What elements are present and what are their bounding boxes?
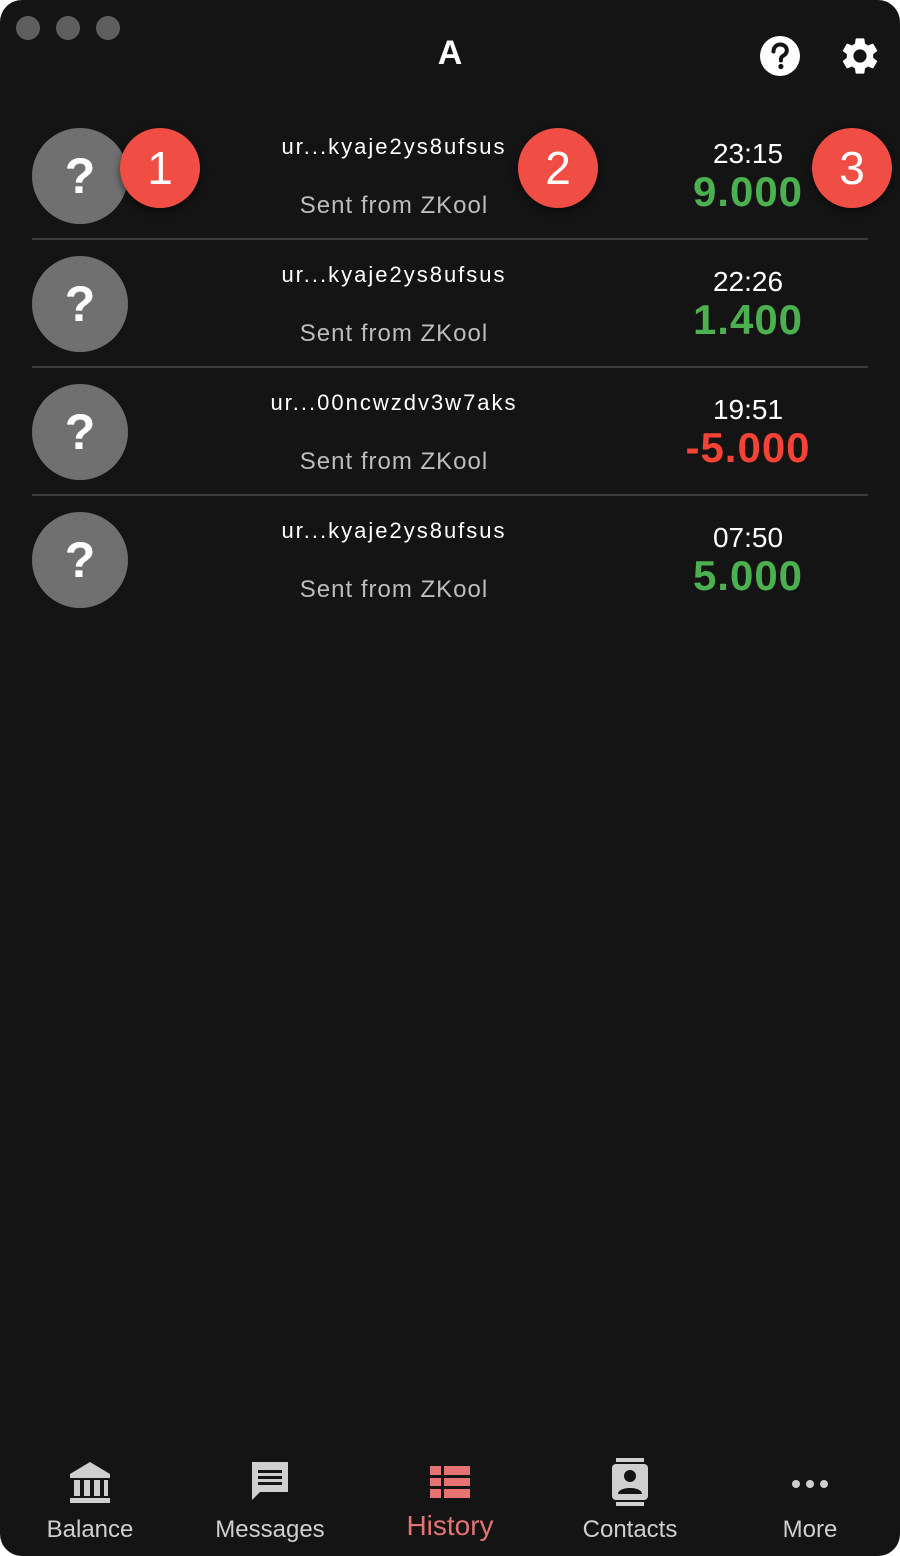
bank-icon — [70, 1462, 110, 1503]
transaction-address: ur...kyaje2ys8ufsus — [281, 262, 507, 287]
transaction-amount: -5.000 — [685, 424, 811, 471]
message-icon — [252, 1462, 288, 1500]
transaction-amount: 1.400 — [692, 296, 804, 343]
transaction-row[interactable]: ? ur...00ncwzdv3w7aks Sent from ZKool 19… — [32, 368, 868, 496]
gear-icon — [842, 38, 878, 74]
transaction-address: ur...kyaje2ys8ufsus — [281, 518, 507, 543]
contact-avatar: ? — [32, 128, 128, 224]
transaction-memo: Sent from ZKool — [299, 576, 489, 603]
transaction-amount: 5.000 — [692, 552, 804, 599]
contacts-icon — [612, 1458, 648, 1506]
transaction-time: 07:50 — [712, 522, 784, 553]
transaction-memo: Sent from ZKool — [299, 448, 489, 475]
more-icon — [792, 1480, 828, 1488]
nav-item-more[interactable]: More — [720, 1446, 900, 1556]
nav-label: More — [782, 1516, 838, 1543]
help-icon — [760, 36, 800, 76]
contact-avatar: ? — [32, 512, 128, 608]
help-button[interactable] — [758, 34, 802, 78]
settings-button[interactable] — [838, 34, 882, 78]
nav-label: Balance — [46, 1516, 134, 1543]
transaction-row[interactable]: ? ur...kyaje2ys8ufsus Sent from ZKool 07… — [32, 496, 868, 624]
annotation-badge-3: 3 — [812, 128, 892, 208]
transaction-time: 19:51 — [712, 394, 784, 425]
nav-label: History — [406, 1510, 494, 1541]
bottom-navigation: Balance Messages History Contacts More — [0, 1446, 900, 1556]
transaction-time: 22:26 — [712, 266, 784, 297]
nav-item-history[interactable]: History — [360, 1446, 540, 1556]
nav-item-balance[interactable]: Balance — [0, 1446, 180, 1556]
nav-label: Messages — [215, 1516, 325, 1543]
nav-item-messages[interactable]: Messages — [180, 1446, 360, 1556]
transaction-row[interactable]: ? ur...kyaje2ys8ufsus Sent from ZKool 22… — [32, 240, 868, 368]
nav-item-contacts[interactable]: Contacts — [540, 1446, 720, 1556]
annotation-badge-1: 1 — [120, 128, 200, 208]
history-icon — [430, 1466, 470, 1498]
annotation-badge-2: 2 — [518, 128, 598, 208]
transaction-address: ur...00ncwzdv3w7aks — [270, 390, 518, 415]
contact-avatar: ? — [32, 384, 128, 480]
app-window: A ? ur...kyaje2ys8ufsus Sent from ZKool … — [0, 0, 900, 1556]
nav-label: Contacts — [582, 1516, 678, 1543]
transaction-memo: Sent from ZKool — [299, 320, 489, 347]
contact-avatar: ? — [32, 256, 128, 352]
